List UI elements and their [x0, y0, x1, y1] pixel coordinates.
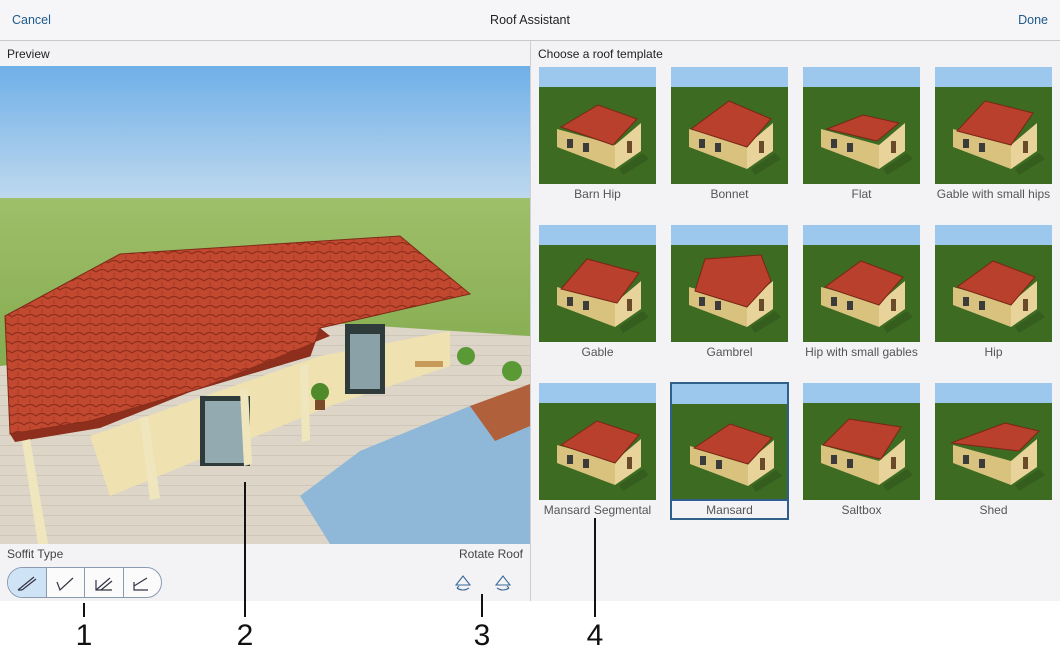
- rotate-right-button[interactable]: [492, 571, 514, 593]
- callout-number-4: 4: [586, 619, 604, 652]
- rotate-right-icon: [494, 575, 512, 591]
- template-tile[interactable]: Barn Hip: [538, 66, 657, 202]
- template-thumbnail: [934, 66, 1053, 185]
- template-thumbnail: [538, 382, 657, 501]
- soffit-type-3-icon: [95, 577, 113, 591]
- template-tile[interactable]: Saltbox: [802, 382, 921, 518]
- preview-panel: Preview Soffit Type Rotate Roof: [0, 41, 530, 601]
- template-label: Mansard Segmental: [543, 503, 652, 517]
- template-tile[interactable]: Gambrel: [670, 224, 789, 360]
- template-label: Saltbox: [841, 503, 882, 517]
- preview-3d-view[interactable]: [0, 66, 530, 544]
- template-label: Gambrel: [706, 345, 753, 359]
- callout-line-3: [481, 594, 483, 617]
- template-thumbnail: [802, 66, 921, 185]
- callout-line-2: [244, 482, 246, 617]
- template-label: Gable: [581, 345, 614, 359]
- template-tile[interactable]: Gable: [538, 224, 657, 360]
- template-thumbnail: [802, 382, 921, 501]
- soffit-type-1-icon: [17, 576, 37, 591]
- template-thumbnail: [934, 224, 1053, 343]
- template-label: Hip: [984, 345, 1003, 359]
- template-label: Shed: [979, 503, 1008, 517]
- template-label: Mansard: [670, 501, 789, 520]
- soffit-type-4-button[interactable]: [124, 568, 162, 597]
- soffit-type-2-icon: [56, 577, 74, 591]
- template-thumbnail: [670, 382, 789, 501]
- top-bar: Cancel Roof Assistant Done: [0, 0, 1060, 41]
- template-thumbnail: [670, 66, 789, 185]
- choose-template-label: Choose a roof template: [538, 47, 663, 61]
- soffit-type-1-button[interactable]: [8, 568, 47, 597]
- rotate-left-button[interactable]: [452, 571, 474, 593]
- template-tile[interactable]: Gable with small hips: [934, 66, 1053, 202]
- template-label: Bonnet: [710, 187, 749, 201]
- template-thumbnail: [670, 224, 789, 343]
- template-tile[interactable]: Mansard Segmental: [538, 382, 657, 518]
- template-label: Gable with small hips: [936, 187, 1051, 201]
- template-tile[interactable]: Hip: [934, 224, 1053, 360]
- template-tile[interactable]: Hip with small gables: [802, 224, 921, 360]
- soffit-type-3-button[interactable]: [85, 568, 124, 597]
- callout-annotations: 1 2 3 4: [0, 482, 1060, 652]
- template-label: Barn Hip: [574, 187, 621, 201]
- soffit-type-2-button[interactable]: [47, 568, 85, 597]
- template-thumbnail: [538, 66, 657, 185]
- callout-number-2: 2: [236, 619, 254, 652]
- template-label: Flat: [851, 187, 872, 201]
- template-label: Hip with small gables: [805, 345, 918, 359]
- template-tile[interactable]: Shed: [934, 382, 1053, 518]
- soffit-type-4-icon: [133, 576, 149, 591]
- page-title: Roof Assistant: [490, 13, 570, 27]
- callout-line-1: [83, 603, 85, 617]
- done-button[interactable]: Done: [1018, 13, 1048, 27]
- template-tile[interactable]: Mansard: [670, 382, 789, 520]
- preview-label: Preview: [7, 47, 50, 61]
- callout-number-1: 1: [75, 619, 93, 652]
- template-tile[interactable]: Bonnet: [670, 66, 789, 202]
- template-tile[interactable]: Flat: [802, 66, 921, 202]
- rotate-left-icon: [454, 575, 472, 591]
- callout-number-3: 3: [473, 619, 491, 652]
- callout-line-4: [594, 518, 596, 617]
- template-thumbnail: [802, 224, 921, 343]
- template-thumbnail: [538, 224, 657, 343]
- template-thumbnail: [934, 382, 1053, 501]
- soffit-type-label: Soffit Type: [7, 547, 64, 561]
- rotate-roof-label: Rotate Roof: [458, 547, 523, 561]
- soffit-type-selector: [7, 567, 162, 598]
- template-panel: Choose a roof template Barn Hip Bonnet Fla…: [531, 41, 1060, 601]
